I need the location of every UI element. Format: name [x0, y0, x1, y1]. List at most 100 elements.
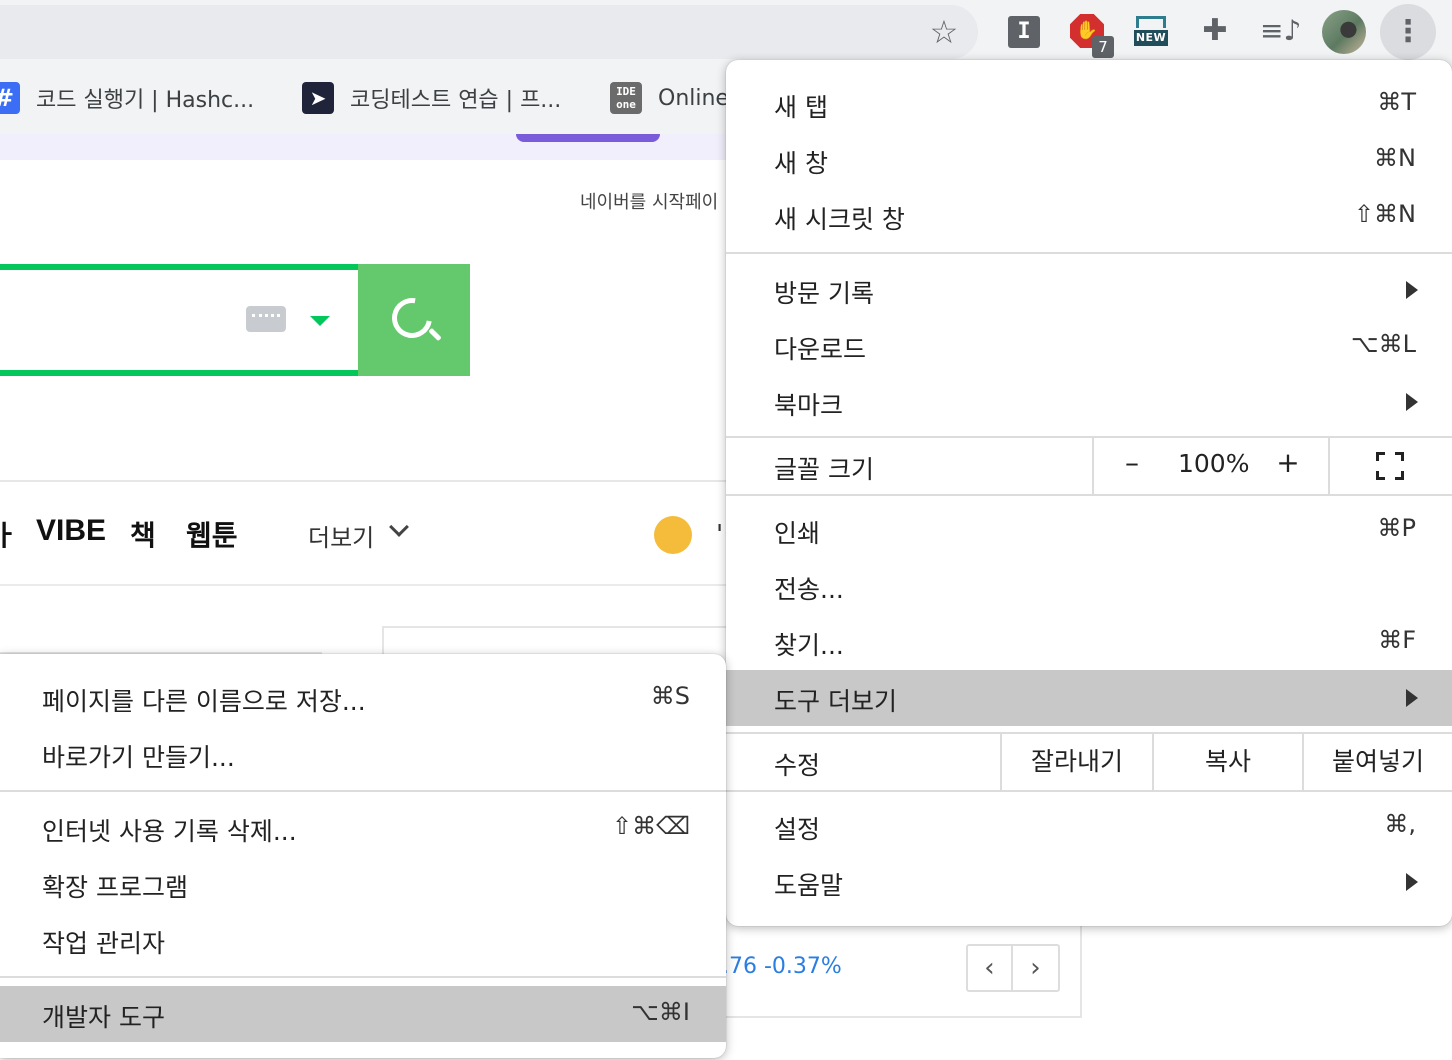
zoom-value: 100%	[1178, 449, 1250, 478]
nav-item-vibe[interactable]: VIBE	[36, 514, 106, 548]
menu-item-help[interactable]: 도움말	[726, 854, 1452, 910]
bookmark-label: Online	[658, 85, 729, 111]
menu-separator	[726, 790, 1452, 792]
profile-avatar[interactable]	[1322, 10, 1366, 54]
submenu-item-dev-tools[interactable]: 개발자 도구 ⌥⌘I	[0, 986, 726, 1042]
menu-item-label: 북마크	[774, 391, 844, 420]
menu-item-shortcut: ⌥⌘I	[631, 998, 690, 1026]
more-tools-submenu: 페이지를 다른 이름으로 저장... ⌘S 바로가기 만들기... 인터넷 사용…	[0, 654, 726, 1058]
menu-item-shortcut: ⌘N	[1374, 144, 1416, 172]
zoom-out-button[interactable]: –	[1118, 446, 1146, 479]
menu-item-print[interactable]: 인쇄 ⌘P	[726, 502, 1452, 558]
extension-adblock-icon[interactable]: ✋ 7	[1068, 12, 1114, 58]
menu-item-label: 바로가기 만들기...	[42, 743, 235, 772]
menu-item-label: 개발자 도구	[42, 1003, 165, 1032]
hash-icon: #	[0, 82, 20, 114]
media-control-icon[interactable]: ≡♪	[1260, 12, 1301, 50]
search-input[interactable]	[0, 264, 362, 376]
menu-separator	[0, 976, 726, 978]
keyboard-icon[interactable]	[246, 306, 286, 332]
menu-separator	[726, 252, 1452, 254]
cut-button[interactable]: 잘라내기	[1002, 734, 1152, 790]
submenu-arrow-icon	[1406, 689, 1418, 707]
menu-item-shortcut: ⌘T	[1377, 88, 1416, 116]
bookmark-star-icon[interactable]: ☆	[924, 12, 964, 52]
nav-item-cut[interactable]: ㅏ	[0, 514, 18, 554]
autocomplete-toggle-icon[interactable]	[310, 316, 330, 326]
menu-item-label: 찾기...	[774, 631, 844, 660]
chrome-menu-kebab-icon[interactable]: ⋮	[1380, 4, 1436, 60]
next-arrow-icon[interactable]: ›	[1013, 946, 1058, 990]
stock-pager: ‹ ›	[966, 944, 1060, 992]
menu-item-new-tab[interactable]: 새 탭 ⌘T	[726, 76, 1452, 132]
menu-separator	[0, 790, 726, 792]
extension-instapaper-icon[interactable]: I	[1006, 12, 1044, 50]
bookmark-ideone[interactable]: IDE one Online	[610, 80, 729, 116]
prev-arrow-icon[interactable]: ‹	[968, 946, 1014, 990]
menu-edit-row: 수정 잘라내기 복사 붙여넣기	[726, 734, 1452, 790]
search-button[interactable]	[358, 264, 470, 376]
set-start-page-link[interactable]: 네이버를 시작페이	[580, 188, 718, 214]
top-banner-strip	[0, 134, 730, 160]
menu-item-incognito[interactable]: 새 시크릿 창 ⇧⌘N	[726, 188, 1452, 244]
extension-new-icon[interactable]: NEW	[1132, 12, 1170, 50]
chevron-down-icon	[389, 517, 409, 537]
submenu-item-clear-data[interactable]: 인터넷 사용 기록 삭제... ⇧⌘⌫	[0, 800, 726, 856]
fullscreen-icon[interactable]	[1376, 452, 1404, 480]
extensions-puzzle-icon[interactable]: ✚	[1196, 12, 1234, 50]
ideone-icon: IDE one	[610, 82, 642, 114]
menu-item-find[interactable]: 찾기... ⌘F	[726, 614, 1452, 670]
submenu-arrow-icon	[1406, 873, 1418, 891]
stock-change-text[interactable]: .76 -0.37%	[722, 954, 842, 979]
zoom-in-button[interactable]: +	[1274, 446, 1302, 479]
weather-text-fragment: '	[716, 520, 724, 550]
paste-button[interactable]: 붙여넣기	[1304, 734, 1452, 790]
bookmark-label: 코딩테스트 연습 | 프...	[350, 88, 562, 113]
menu-item-shortcut: ⇧⌘N	[1353, 200, 1416, 228]
nav-item-webtoon[interactable]: 웹툰	[186, 514, 238, 554]
menu-item-label: 새 시크릿 창	[774, 205, 905, 234]
menu-item-label: 방문 기록	[774, 279, 874, 308]
nav-more-button[interactable]: 더보기	[308, 518, 374, 553]
menu-item-label: 페이지를 다른 이름으로 저장...	[42, 687, 366, 716]
submenu-item-extensions[interactable]: 확장 프로그램	[0, 856, 726, 912]
menu-item-shortcut: ⇧⌘⌫	[611, 812, 690, 840]
edit-label: 수정	[774, 751, 821, 780]
submenu-item-create-shortcut[interactable]: 바로가기 만들기...	[0, 726, 726, 782]
menu-item-label: 도움말	[774, 871, 844, 900]
menu-item-label: 새 창	[774, 149, 828, 178]
menu-item-label: 인터넷 사용 기록 삭제...	[42, 817, 297, 846]
bookmark-hashcode[interactable]: # 코드 실행기 | Hashc...	[0, 80, 254, 116]
banner-pill[interactable]	[516, 134, 660, 142]
menu-item-more-tools[interactable]: 도구 더보기	[726, 670, 1452, 726]
menu-item-label: 작업 관리자	[42, 929, 165, 958]
extension-new-label: NEW	[1134, 30, 1168, 46]
weather-sun-icon[interactable]	[654, 516, 692, 554]
menu-item-label: 설정	[774, 815, 821, 844]
menu-item-downloads[interactable]: 다운로드 ⌥⌘L	[726, 318, 1452, 374]
menu-item-shortcut: ⌘,	[1384, 810, 1416, 838]
menu-item-new-window[interactable]: 새 창 ⌘N	[726, 132, 1452, 188]
nav-item-book[interactable]: 책	[130, 514, 156, 554]
menu-separator	[1328, 438, 1330, 494]
menu-item-shortcut: ⌥⌘L	[1350, 330, 1416, 358]
menu-item-history[interactable]: 방문 기록	[726, 262, 1452, 318]
address-bar[interactable]	[0, 5, 978, 59]
menu-item-settings[interactable]: 설정 ⌘,	[726, 798, 1452, 854]
menu-separator	[726, 494, 1452, 496]
menu-zoom-row: 글꼴 크기 – 100% +	[726, 438, 1452, 494]
menu-item-label: 확장 프로그램	[42, 873, 188, 902]
zoom-label: 글꼴 크기	[774, 455, 874, 484]
divider	[0, 584, 730, 586]
divider	[0, 480, 730, 482]
menu-item-bookmarks[interactable]: 북마크	[726, 374, 1452, 430]
bookmark-label: 코드 실행기 | Hashc...	[36, 88, 255, 113]
menu-separator	[1092, 438, 1094, 494]
submenu-arrow-icon	[1406, 281, 1418, 299]
menu-item-cast[interactable]: 전송...	[726, 558, 1452, 614]
copy-button[interactable]: 복사	[1154, 734, 1302, 790]
submenu-item-task-manager[interactable]: 작업 관리자	[0, 912, 726, 968]
bookmark-programmers[interactable]: ➤ 코딩테스트 연습 | 프...	[302, 80, 561, 116]
submenu-item-save-page[interactable]: 페이지를 다른 이름으로 저장... ⌘S	[0, 670, 726, 726]
menu-item-label: 전송...	[774, 575, 844, 604]
